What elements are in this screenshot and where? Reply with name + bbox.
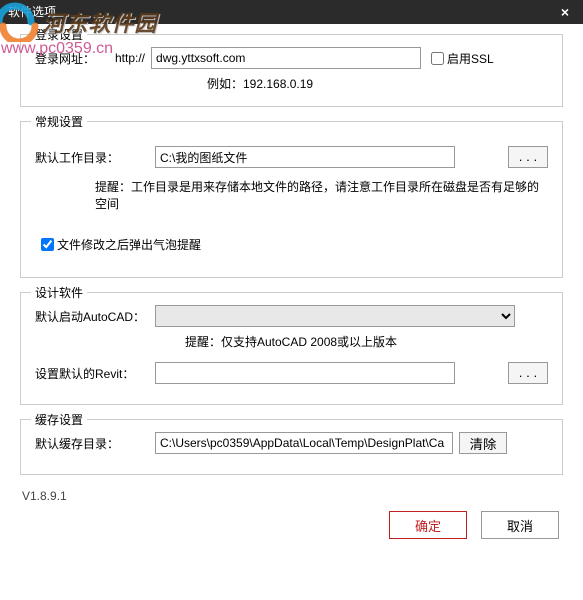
cache-legend: 缓存设置 <box>31 411 87 428</box>
cache-settings-group: 缓存设置 默认缓存目录： 清除 <box>20 419 563 475</box>
login-settings-group: 登录设置 登录网址： http:// 启用SSL 例如：192.168.0.19 <box>20 34 563 107</box>
general-legend: 常规设置 <box>31 113 87 130</box>
revit-input[interactable] <box>155 362 455 384</box>
workdir-browse-button[interactable]: . . . <box>508 146 548 168</box>
enable-ssl-label: 启用SSL <box>447 50 494 67</box>
autocad-select[interactable] <box>155 305 515 327</box>
ok-button[interactable]: 确定 <box>389 511 467 539</box>
dialog-buttons: 确定 取消 <box>20 511 563 539</box>
autocad-label: 默认启动AutoCAD： <box>35 308 155 325</box>
login-url-example: 例如：192.168.0.19 <box>207 75 548 92</box>
titlebar: 软件选项 × <box>0 0 583 24</box>
workdir-hint: 提醒：工作目录是用来存储本地文件的路径，请注意工作目录所在磁盘是否有足够的空间 <box>95 178 548 212</box>
cancel-button[interactable]: 取消 <box>481 511 559 539</box>
design-legend: 设计软件 <box>31 284 87 301</box>
workdir-label: 默认工作目录： <box>35 149 155 166</box>
design-software-group: 设计软件 默认启动AutoCAD： 提醒：仅支持AutoCAD 2008或以上版… <box>20 292 563 405</box>
login-url-input[interactable] <box>151 47 421 69</box>
http-prefix: http:// <box>115 51 145 65</box>
revit-browse-button[interactable]: . . . <box>508 362 548 384</box>
general-settings-group: 常规设置 默认工作目录： . . . 提醒：工作目录是用来存储本地文件的路径，请… <box>20 121 563 278</box>
bubble-reminder-checkbox[interactable] <box>41 238 54 251</box>
window-title: 软件选项 <box>8 0 56 24</box>
cachedir-label: 默认缓存目录： <box>35 435 155 452</box>
login-legend: 登录设置 <box>31 26 87 43</box>
workdir-input[interactable] <box>155 146 455 168</box>
cachedir-input[interactable] <box>155 432 453 454</box>
autocad-hint: 提醒：仅支持AutoCAD 2008或以上版本 <box>185 333 548 350</box>
login-url-label: 登录网址： <box>35 50 115 67</box>
enable-ssl-checkbox[interactable] <box>431 52 444 65</box>
content-area: 登录设置 登录网址： http:// 启用SSL 例如：192.168.0.19… <box>0 24 583 539</box>
close-icon[interactable]: × <box>555 0 575 24</box>
revit-label: 设置默认的Revit： <box>35 365 155 382</box>
cache-clear-button[interactable]: 清除 <box>459 432 507 454</box>
version-label: V1.8.9.1 <box>22 489 563 503</box>
bubble-reminder-label: 文件修改之后弹出气泡提醒 <box>57 236 201 253</box>
